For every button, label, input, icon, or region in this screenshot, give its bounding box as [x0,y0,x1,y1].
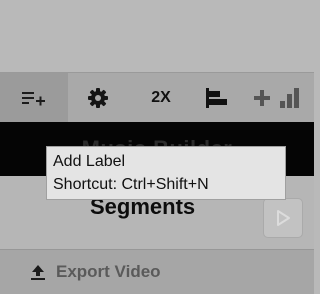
add-label-tooltip: Add Label Shortcut: Ctrl+Shift+N [46,146,286,200]
top-panel [0,0,314,72]
add-list-icon [22,92,45,106]
align-bars-button[interactable] [200,73,232,123]
tooltip-title: Add Label [53,153,126,170]
align-left-bars-icon [206,88,227,108]
play-icon [277,210,290,226]
bar-chart-button[interactable] [276,73,306,123]
add-track-button[interactable] [250,73,274,123]
export-video-button[interactable]: Export Video [0,249,314,294]
add-label-button[interactable] [0,73,68,123]
export-video-label: Export Video [56,262,161,281]
plus-icon [254,90,270,106]
gear-icon [88,88,108,108]
zoom-toggle-button[interactable]: 2X [128,73,194,123]
tooltip-shortcut: Shortcut: Ctrl+Shift+N [53,176,209,193]
toolbar: 2X [0,72,314,123]
settings-button[interactable] [68,73,128,123]
play-button[interactable] [263,198,303,238]
bar-chart-icon [280,88,299,108]
zoom-label: 2X [151,89,171,106]
upload-icon [31,265,45,280]
